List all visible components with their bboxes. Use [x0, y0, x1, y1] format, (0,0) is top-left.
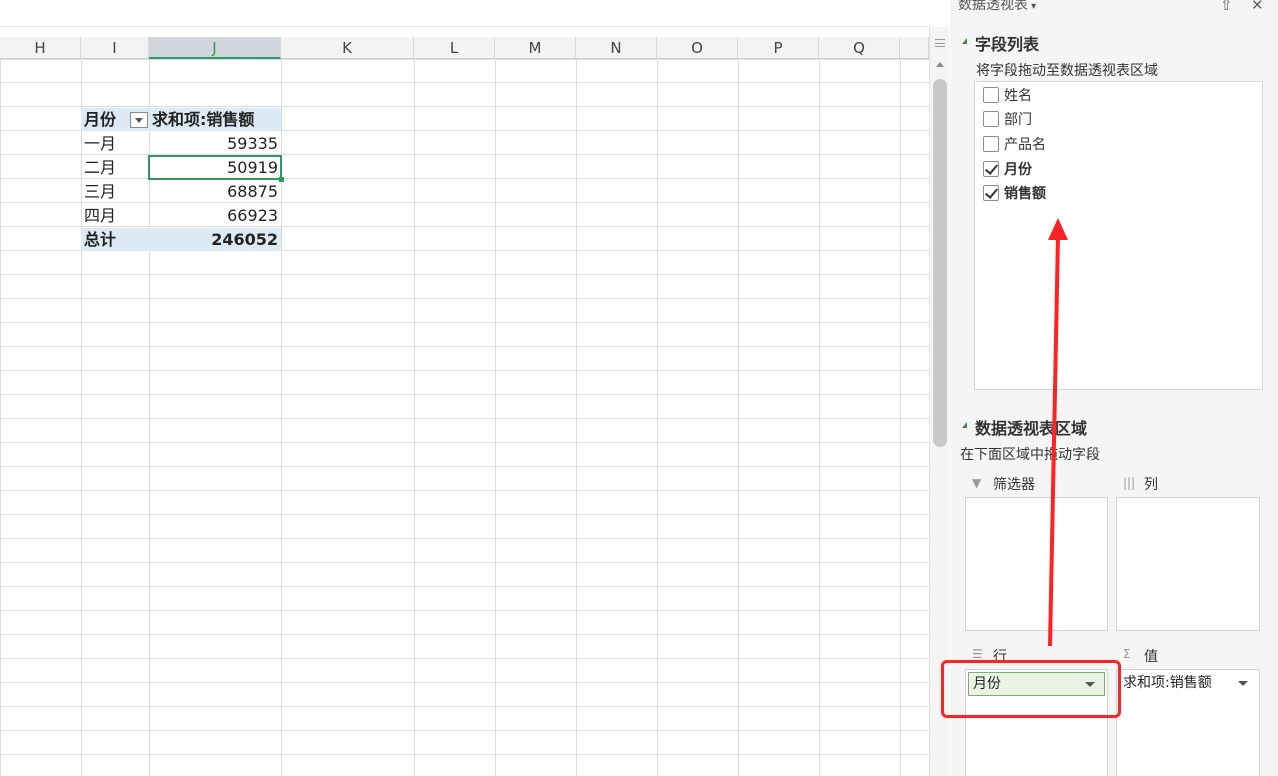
arrow-shaft	[1048, 235, 1060, 647]
app-window: HIJKLMNOPQ 月份 求和项:销售额 一月 59335 二月 50919 …	[0, 0, 1278, 776]
arrow-head	[1048, 218, 1068, 240]
annotation-arrow	[1048, 218, 1068, 647]
